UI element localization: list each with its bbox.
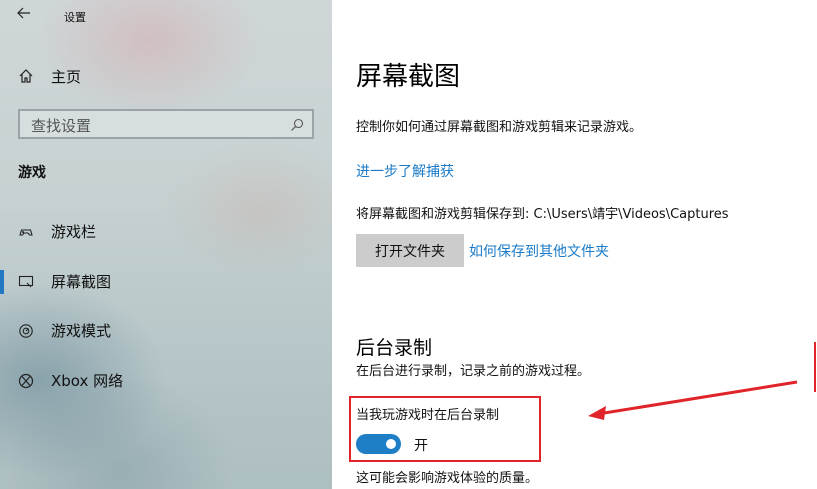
- sidebar-item-captures[interactable]: 屏幕截图: [0, 264, 332, 300]
- annotation-arrow-icon: [588, 342, 816, 420]
- search-icon: [290, 117, 304, 131]
- game-mode-icon: [18, 323, 34, 339]
- game-controller-icon: [18, 224, 34, 240]
- sidebar-item-label: Xbox 网络: [51, 372, 124, 390]
- window-title: 设置: [64, 11, 86, 24]
- sidebar: 设置 主页 查找设置 游戏 游戏栏 屏幕截图 游戏模式 Xbox 网络: [0, 0, 332, 489]
- home-icon: [18, 68, 34, 84]
- active-indicator: [0, 270, 4, 294]
- back-arrow-icon[interactable]: [16, 5, 36, 25]
- sidebar-section-heading: 游戏: [18, 165, 46, 181]
- sidebar-item-label: 游戏栏: [51, 223, 97, 241]
- search-input[interactable]: 查找设置: [18, 109, 314, 139]
- background-recording-description: 在后台进行录制，记录之前的游戏过程。: [356, 364, 591, 379]
- sidebar-item-game-mode[interactable]: 游戏模式: [0, 313, 332, 349]
- sidebar-item-home[interactable]: 主页: [0, 60, 332, 92]
- save-elsewhere-link[interactable]: 如何保存到其他文件夹: [469, 241, 609, 261]
- sidebar-item-label: 主页: [51, 68, 82, 86]
- page-description: 控制你如何通过屏幕截图和游戏剪辑来记录游戏。: [356, 120, 643, 135]
- sidebar-item-xbox-network[interactable]: Xbox 网络: [0, 363, 332, 399]
- sidebar-item-label: 屏幕截图: [51, 273, 112, 291]
- xbox-icon: [18, 373, 34, 389]
- annotation-highlight-box: [349, 396, 541, 462]
- save-path-text: 将屏幕截图和游戏剪辑保存到: C:\Users\靖宇\Videos\Captur…: [356, 207, 729, 222]
- learn-more-link[interactable]: 进一步了解捕获: [356, 161, 454, 181]
- capture-icon: [18, 274, 34, 290]
- sidebar-item-game-bar[interactable]: 游戏栏: [0, 214, 332, 250]
- page-title: 屏幕截图: [356, 62, 461, 92]
- open-folder-button[interactable]: 打开文件夹: [356, 234, 464, 267]
- sidebar-item-label: 游戏模式: [51, 322, 112, 340]
- quality-note: 这可能会影响游戏体验的质量。: [356, 471, 539, 486]
- background-recording-title: 后台录制: [356, 337, 433, 359]
- search-placeholder: 查找设置: [31, 117, 92, 135]
